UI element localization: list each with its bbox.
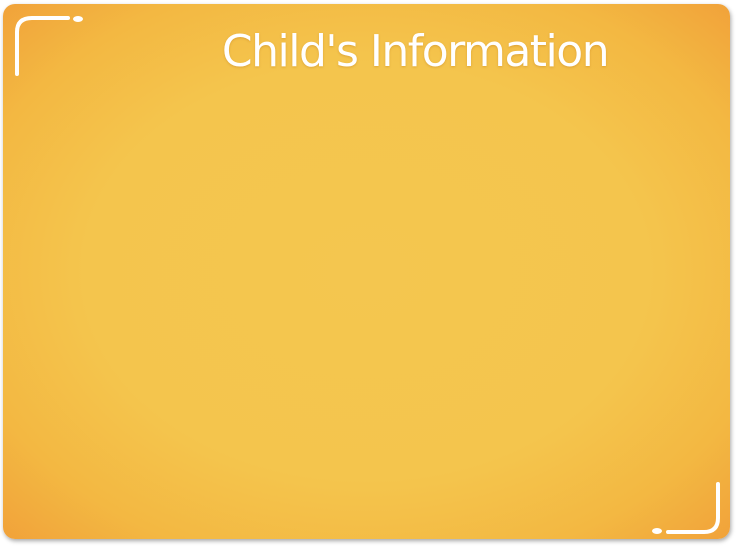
bottom-right-corner-bracket-icon [648,482,728,539]
page-title: Child's Information [221,26,610,77]
slide-panel: Child's Information [3,4,730,539]
